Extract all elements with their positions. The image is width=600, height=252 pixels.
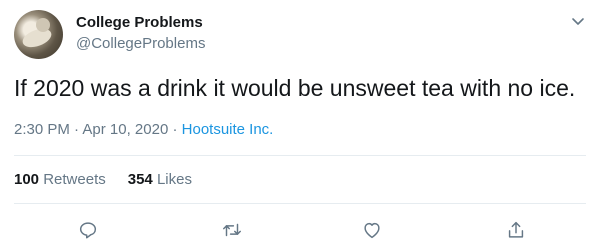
heart-icon[interactable] [361,219,383,241]
tweet-time[interactable]: 2:30 PM [14,121,70,138]
tweet-stats: 100 Retweets 354 Likes [14,171,192,188]
tweet-text: If 2020 was a drink it would be unsweet … [14,75,576,101]
meta-separator: · [74,121,80,138]
share-icon[interactable] [505,219,527,241]
retweets-count: 100 [14,171,40,188]
avatar-shape [36,18,50,32]
author-name[interactable]: College Problems [76,14,203,31]
author-handle[interactable]: @CollegeProblems [76,35,205,52]
retweets-label: Retweets [43,171,106,188]
likes-label: Likes [156,171,192,188]
reply-icon[interactable] [77,219,99,241]
likes-stat[interactable]: 354 Likes [128,171,192,188]
avatar[interactable] [14,10,63,59]
meta-separator: · [172,121,178,138]
tweet-date[interactable]: Apr 10, 2020 [82,121,168,138]
likes-count: 354 [127,171,153,188]
retweet-icon[interactable] [221,219,243,241]
divider [14,203,586,204]
retweets-stat[interactable]: 100 Retweets [14,171,106,188]
chevron-down-icon[interactable] [570,13,586,29]
tweet-source-link[interactable]: Hootsuite Inc. [182,121,274,138]
divider [14,155,586,156]
tweet-meta: 2:30 PM · Apr 10, 2020 · Hootsuite Inc. [14,121,273,138]
